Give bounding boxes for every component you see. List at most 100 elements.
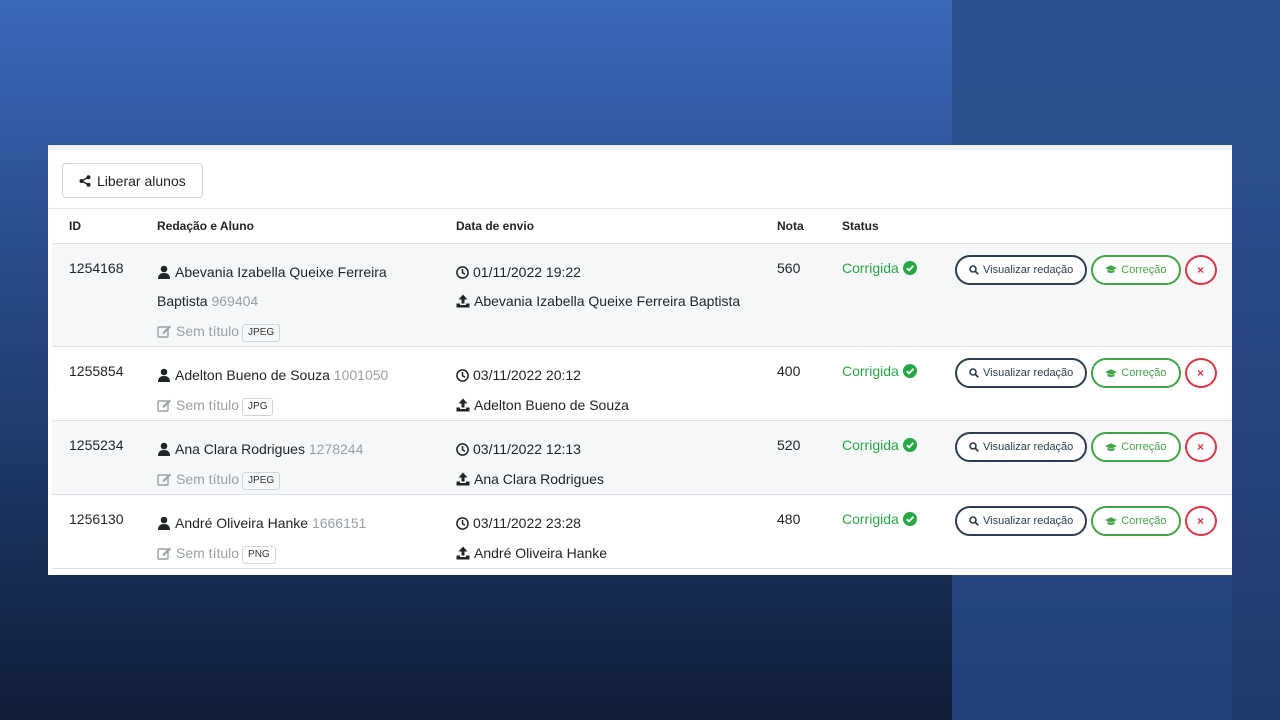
graduation-cap-icon	[1105, 442, 1118, 451]
uploader-line: Abevania Izabella Queixe Ferreira Baptis…	[456, 287, 760, 317]
view-essay-label: Visualizar redação	[983, 263, 1074, 276]
correction-button[interactable]: Correção	[1091, 254, 1181, 285]
essay-title-line: Sem título JPEG	[157, 465, 439, 495]
column-header-sent-date[interactable]: Data de envio	[439, 209, 760, 244]
view-essay-button[interactable]: Visualizar redação	[955, 358, 1088, 388]
student-name[interactable]: Adelton Bueno de Souza	[175, 367, 330, 383]
share-students-button[interactable]: Liberar alunos	[62, 163, 203, 198]
search-icon	[969, 442, 979, 452]
student-name-line: Adelton Bueno de Souza 1001050	[157, 361, 439, 391]
check-circle-icon	[902, 512, 917, 526]
essay-student-cell: André Oliveira Hanke 1666151 Sem título P…	[140, 495, 439, 569]
status-cell: Corrigida	[825, 495, 938, 569]
table-row: 1255234 Ana Clara Rodrigues 1278244 Sem …	[52, 420, 1232, 495]
correction-label: Correção	[1121, 263, 1167, 276]
essay-title[interactable]: Sem título	[176, 471, 239, 487]
actions-cell: Visualizar redação Correção ×	[938, 243, 1232, 347]
status-cell: Corrigida	[825, 421, 938, 495]
essay-id: 1255234	[69, 437, 124, 453]
status-cell: Corrigida	[825, 243, 938, 347]
correction-label: Correção	[1121, 441, 1167, 453]
uploader-line: Ana Clara Rodrigues	[456, 465, 760, 495]
search-icon	[969, 264, 979, 275]
view-essay-button[interactable]: Visualizar redação	[955, 506, 1088, 536]
table-row: 1255854 Adelton Bueno de Souza 1001050 S…	[52, 347, 1232, 421]
student-name[interactable]: André Oliveira Hanke	[175, 515, 308, 531]
uploader-line: Adelton Bueno de Souza	[456, 391, 760, 421]
student-name-line: Ana Clara Rodrigues 1278244	[157, 435, 439, 465]
student-code: 1278244	[308, 441, 364, 457]
grade: 520	[777, 437, 801, 453]
view-essay-button[interactable]: Visualizar redação	[955, 254, 1088, 285]
correction-button[interactable]: Correção	[1091, 506, 1181, 536]
sent-date: 03/11/2022 23:28	[473, 515, 581, 531]
uploader-name: Abevania Izabella Queixe Ferreira Baptis…	[474, 293, 741, 309]
student-code: 1001050	[333, 367, 389, 383]
essay-student-cell: Abevania Izabella Queixe Ferreira Baptis…	[140, 243, 439, 347]
file-type-badge: PNG	[242, 545, 276, 564]
file-type-badge: JPEG	[242, 323, 281, 342]
view-essay-button[interactable]: Visualizar redação	[955, 432, 1088, 462]
upload-icon	[456, 294, 470, 308]
essay-student-cell: Ana Clara Rodrigues 1278244 Sem título JP…	[140, 421, 439, 495]
correction-button[interactable]: Correção	[1091, 432, 1181, 462]
sent-date-cell: 03/11/2022 20:12 Adelton Bueno de Souza	[439, 347, 760, 421]
sent-date: 01/11/2022 19:22	[473, 263, 581, 280]
column-header-actions	[938, 209, 1232, 244]
correction-button[interactable]: Correção	[1091, 358, 1181, 388]
sent-date-cell: 03/11/2022 23:28 André Oliveira Hanke	[439, 495, 760, 569]
search-icon	[969, 368, 979, 378]
column-header-status[interactable]: Status	[825, 209, 938, 244]
grade: 480	[777, 511, 801, 527]
column-header-id[interactable]: ID	[52, 209, 140, 244]
essay-title-line: Sem título JPG	[157, 391, 439, 421]
student-name[interactable]: Ana Clara Rodrigues	[175, 441, 305, 457]
clock-icon	[456, 443, 469, 456]
view-essay-label: Visualizar redação	[983, 367, 1074, 379]
user-icon	[158, 265, 170, 279]
edit-icon	[157, 547, 171, 560]
column-header-essay-student[interactable]: Redação e Aluno	[140, 209, 439, 244]
check-circle-icon	[902, 260, 917, 275]
student-name-line2[interactable]: Baptista	[157, 293, 208, 309]
grade: 560	[777, 259, 801, 276]
user-icon	[158, 516, 170, 530]
sent-date: 03/11/2022 20:12	[473, 367, 581, 383]
student-name[interactable]: Abevania Izabella Queixe Ferreira	[175, 264, 387, 280]
uploader-name: André Oliveira Hanke	[474, 544, 608, 561]
essay-title-line: Sem título PNG	[157, 539, 439, 569]
edit-icon	[157, 325, 171, 338]
actions-cell: Visualizar redação Correção ×	[938, 495, 1232, 569]
delete-button[interactable]: ×	[1184, 432, 1217, 462]
delete-button[interactable]: ×	[1184, 254, 1217, 285]
student-name-continuation: Baptista 969404	[157, 293, 258, 309]
file-type-badge: JPEG	[242, 471, 281, 490]
status-text: Corrigida	[842, 363, 899, 379]
sent-date-cell: 03/11/2022 12:13 Ana Clara Rodrigues	[439, 421, 760, 495]
delete-button[interactable]: ×	[1184, 506, 1217, 536]
actions-cell: Visualizar redação Correção ×	[938, 347, 1232, 421]
column-header-grade[interactable]: Nota	[760, 209, 825, 244]
view-essay-label: Visualizar redação	[983, 441, 1074, 453]
edit-icon	[157, 399, 171, 412]
student-name-continuation: 1001050	[334, 367, 389, 383]
check-circle-icon	[902, 438, 917, 452]
user-icon	[158, 368, 170, 382]
essay-title[interactable]: Sem título	[176, 397, 239, 413]
essay-title[interactable]: Sem título	[176, 323, 239, 339]
delete-button[interactable]: ×	[1184, 358, 1217, 388]
sent-date-line: 03/11/2022 20:12	[456, 361, 760, 391]
student-name-continuation: 1278244	[309, 441, 364, 457]
share-button-label: Liberar alunos	[97, 172, 186, 189]
upload-icon	[456, 472, 470, 485]
essay-id: 1254168	[69, 259, 124, 276]
clock-icon	[456, 369, 469, 382]
sent-date-line: 01/11/2022 19:22	[456, 258, 760, 288]
essay-title[interactable]: Sem título	[176, 545, 239, 561]
correction-label: Correção	[1121, 515, 1167, 527]
sent-date-line: 03/11/2022 23:28	[456, 509, 760, 539]
file-type-badge: JPG	[242, 397, 274, 416]
table-row: 1254168 Abevania Izabella Queixe Ferreir…	[52, 243, 1232, 347]
view-essay-label: Visualizar redação	[983, 515, 1074, 527]
grade: 400	[777, 363, 801, 379]
